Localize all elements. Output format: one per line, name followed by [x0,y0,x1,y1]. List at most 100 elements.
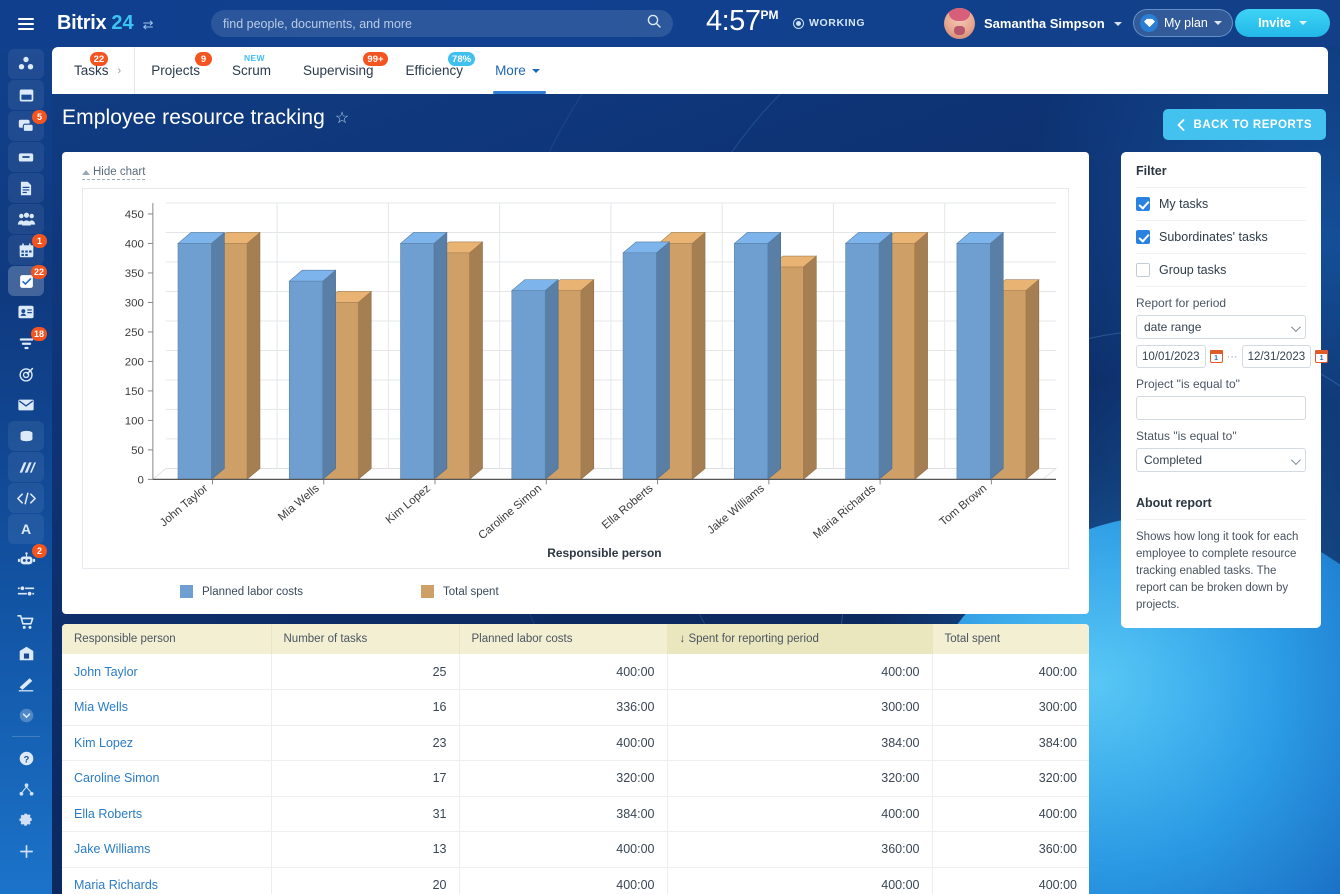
sidebar-item-groups[interactable] [8,204,44,234]
sidebar-item-signature[interactable] [8,669,44,699]
date-to-input[interactable]: 12/31/2023 [1242,345,1312,368]
filter-checkbox-my-tasks[interactable]: My tasks [1136,187,1306,220]
sidebar-item-settings-sliders[interactable] [8,576,44,606]
sidebar-item-settings[interactable] [8,805,44,835]
person-link[interactable]: Ella Roberts [74,807,142,821]
table-row[interactable]: Kim Lopez23400:00384:00384:00 [62,725,1089,761]
table-row[interactable]: Ella Roberts31384:00400:00400:00 [62,796,1089,832]
checkbox-subordinates-tasks[interactable] [1136,230,1150,244]
sidebar-item-goals[interactable] [8,359,44,389]
table-row[interactable]: Mia Wells16336:00300:00300:00 [62,690,1089,726]
search-icon[interactable] [647,14,661,33]
sidebar-item-automation[interactable]: A [8,514,44,544]
chevron-down-icon[interactable] [1214,21,1222,25]
person-link[interactable]: John Taylor [74,665,138,679]
sidebar-item-mail[interactable] [8,390,44,420]
calendar-icon[interactable]: 1 [1210,350,1223,363]
search-input[interactable]: find people, documents, and more [223,17,412,31]
tab-projects[interactable]: Projects 9 [135,47,216,94]
checkbox-group-tasks[interactable] [1136,263,1150,277]
chevron-up-icon [82,170,90,175]
column-header-0[interactable]: Responsible person [62,624,271,654]
svg-text:100: 100 [125,415,144,427]
app-logo[interactable]: Bitrix 24 ⇄ [57,12,153,35]
switch-icon[interactable]: ⇄ [143,17,154,33]
person-link[interactable]: Jake Williams [74,842,150,856]
sidebar-item-add[interactable] [8,836,44,866]
column-header-3[interactable]: ↓ Spent for reporting period [667,624,932,654]
table-row[interactable]: Caroline Simon17320:00320:00320:00 [62,761,1089,797]
person-link[interactable]: Caroline Simon [74,771,159,785]
hamburger-icon[interactable] [18,18,34,30]
sidebar-item-chat[interactable]: 5 [8,111,44,141]
project-input[interactable] [1136,396,1306,420]
chevron-down-icon[interactable] [1114,22,1122,26]
legend-swatch [421,585,434,598]
tab-scrum[interactable]: Scrum NEW [216,47,287,94]
star-icon[interactable]: ☆ [335,108,349,128]
bar-chart: 050100150200250300350400450John TaylorMi… [82,188,1069,569]
my-plan-button[interactable]: My plan [1133,9,1233,37]
status-badge[interactable]: WORKING [793,17,865,29]
sidebar-item-market[interactable] [8,452,44,482]
signature-icon [17,677,35,692]
hide-chart-toggle[interactable]: Hide chart [82,166,145,180]
sidebar-item-help[interactable]: ? [8,743,44,773]
sidebar-item-news[interactable] [8,80,44,110]
period-select[interactable]: date range [1136,315,1306,339]
clock-time: 4:57 [706,5,760,37]
sidebar-item-docs[interactable] [8,173,44,203]
sidebar-item-more[interactable] [8,700,44,730]
network-icon [18,782,35,797]
person-link[interactable]: Kim Lopez [74,736,133,750]
status-select[interactable]: Completed [1136,448,1306,472]
chart-legend: Planned labor costs Total spent [180,585,499,598]
sidebar-item-shop[interactable] [8,607,44,637]
sidebar-item-contacts[interactable] [8,297,44,327]
search-box[interactable]: find people, documents, and more [211,10,673,37]
chevron-right-icon[interactable]: › [118,65,122,77]
chevron-down-icon[interactable] [1299,21,1307,25]
column-header-4[interactable]: Total spent [932,624,1089,654]
sidebar-item-calendar[interactable]: 1 [8,235,44,265]
svg-text:Kim Lopez: Kim Lopez [384,482,433,526]
sidebar-badge: 5 [32,110,47,124]
invite-button[interactable]: Invite [1235,9,1330,37]
sidebar-item-company[interactable] [8,638,44,668]
sidebar-item-network[interactable] [8,774,44,804]
table-row[interactable]: Maria Richards20400:00400:00400:00 [62,867,1089,894]
svg-text:250: 250 [125,327,144,339]
code-icon [17,491,36,506]
calendar-icon[interactable]: 1 [1315,350,1328,363]
sidebar-item-bot[interactable]: 2 [8,545,44,575]
sidebar-item-collab[interactable] [8,49,44,79]
cell-person: John Taylor [62,654,271,690]
tab-tasks[interactable]: Tasks › 22 [52,47,135,94]
sidebar-item-sites[interactable] [8,421,44,451]
sidebar-item-devtools[interactable] [8,483,44,513]
column-header-1[interactable]: Number of tasks [271,624,459,654]
person-link[interactable]: Mia Wells [74,700,128,714]
date-from-input[interactable]: 10/01/2023 [1136,345,1206,368]
table-row[interactable]: Jake Williams13400:00360:00360:00 [62,832,1089,868]
table-row[interactable]: John Taylor25400:00400:00400:00 [62,654,1089,690]
person-link[interactable]: Maria Richards [74,878,158,892]
sidebar-item-tasks[interactable]: 22 [8,266,44,296]
avatar[interactable] [944,8,975,39]
diamond-icon [1140,14,1158,32]
tab-supervising[interactable]: Supervising 99+ [287,47,390,94]
filter-checkbox-group-tasks[interactable]: Group tasks [1136,253,1306,287]
back-to-reports-button[interactable]: BACK TO REPORTS [1163,109,1326,140]
tab-efficiency[interactable]: Efficiency 78% [390,47,480,94]
column-header-2[interactable]: Planned labor costs [459,624,667,654]
tab-more[interactable]: More [479,47,556,94]
user-menu[interactable]: Samantha Simpson [944,8,1122,39]
svg-text:400: 400 [125,238,144,250]
filter-checkbox-subordinates[interactable]: Subordinates' tasks [1136,220,1306,253]
chevron-down-icon[interactable] [532,69,540,73]
checkbox-my-tasks[interactable] [1136,197,1150,211]
sidebar-item-drive[interactable] [8,142,44,172]
sites-icon [18,428,35,445]
cell-person: Kim Lopez [62,725,271,761]
sidebar-item-crm[interactable]: 18 [8,328,44,358]
